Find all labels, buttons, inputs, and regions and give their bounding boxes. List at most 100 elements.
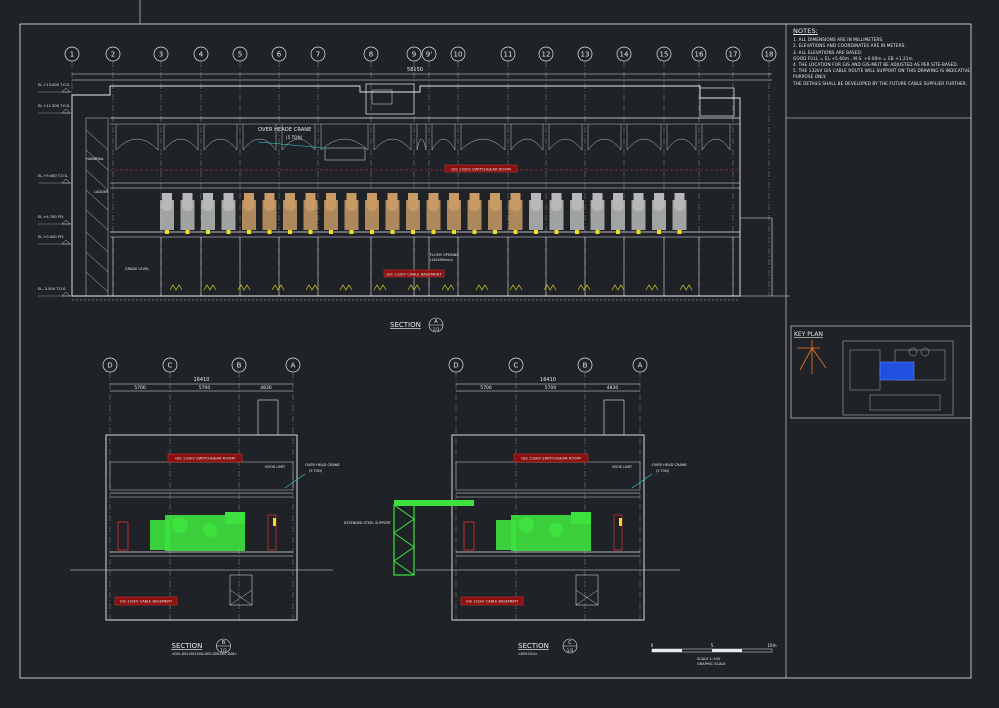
room-label: GIS 132kV SWITCHGEAR ROOM — [175, 456, 235, 461]
note-line: THE DETAILS SHALL BE DEVELOPED BY THE FU… — [793, 80, 968, 86]
gis-bay — [549, 193, 564, 234]
crane-capacity: (5 TON) — [656, 469, 670, 473]
grid-bubble-label: 1 — [70, 51, 74, 59]
grid-bubble-label: D — [107, 362, 112, 370]
gis-bay — [447, 193, 461, 234]
graphic-scale: 0 5 10m SCALE 1:100 GRAPHIC SCALE — [651, 643, 777, 666]
grid-bubble-label: 2 — [111, 51, 115, 59]
level-marker: EL.+4.700 FFL — [38, 215, 64, 219]
grid-bubble-label: 3 — [159, 51, 163, 59]
section-subtitle: <D01-D02-D03-D04-D05-D06-D07-D08> — [172, 652, 238, 656]
level-marker: EL.+13.000 T.O.S. — [38, 83, 70, 87]
gis-bay — [652, 193, 666, 234]
grid-bubble-label: 9 — [412, 51, 416, 59]
level-marker: EL.-3.500 T.O.S. — [38, 287, 66, 291]
section-mark: C — [568, 640, 572, 646]
gis-bay — [201, 193, 215, 234]
room-label: GIS 132kV SWITCHGEAR ROOM — [521, 456, 581, 461]
grid-bubble-label: C — [514, 362, 519, 370]
basement-label: GIS 132kV CABLE BASEMENT — [120, 600, 173, 604]
gis-bay — [242, 193, 256, 234]
grid-bubble-label: C — [168, 362, 173, 370]
section-a-grade-label: GRADE LEVEL — [125, 267, 149, 271]
key-plan: KEY PLAN — [790, 325, 972, 419]
grid-bubble-label: 4 — [199, 51, 204, 59]
gis-bay — [672, 193, 687, 234]
gis-bay — [283, 193, 297, 234]
section-a-room-label: GIS 132kV SWITCHGEAR ROOM — [451, 167, 511, 172]
scale-label: SCALE 1:100 — [697, 657, 721, 661]
section-a-handrail-label: HANDRAIL — [86, 157, 104, 161]
gis-bay — [529, 193, 543, 234]
crane-label: OVER HEAD CRANE — [652, 463, 687, 467]
section-a-roof-bays — [115, 124, 731, 151]
crane-capacity: (5 TON) — [309, 469, 323, 473]
gis-bay — [385, 193, 400, 234]
scale-tick-0: 0 — [651, 643, 654, 648]
gis-bay — [406, 193, 420, 234]
scale-tick-1: 5 — [711, 643, 714, 648]
section-a-floor-opening-size: (150x500mm) — [430, 258, 453, 262]
level-marker: EL.+0.000 FFL — [38, 235, 64, 239]
gis-bay — [303, 193, 318, 234]
grid-bubble-label: D — [453, 362, 458, 370]
gis-bay — [570, 193, 584, 234]
grid-bubble-label: 9' — [426, 51, 432, 59]
section-a-grid-bubbles: 1 2 3 4 5 6 7 8 9 9' 10 11 12 13 14 15 16 17 18 — [64, 46, 777, 296]
gis-bay — [467, 193, 482, 234]
grid-bubble-label: 17 — [729, 51, 738, 59]
scale-sub: GRAPHIC SCALE — [697, 662, 726, 666]
scale-tick-2: 10m — [768, 643, 777, 648]
grid-bubble-label: 14 — [620, 51, 629, 59]
section-title: SECTION — [518, 642, 549, 650]
gis-bay — [180, 193, 195, 234]
key-plan-title: KEY PLAN — [794, 331, 823, 338]
gis-bay — [590, 193, 605, 234]
section-a-crane-capacity: (5 TON) — [286, 135, 303, 140]
grid-bubble-label: B — [583, 362, 588, 370]
gis-bay — [262, 193, 277, 234]
cad-drawing: KEY PLAN 1 2 3 4 5 6 7 8 9 9' 10 11 12 13 14 15 16 17 18 5… — [19, 0, 972, 679]
section-a-overall-dim: 58150 — [407, 67, 423, 73]
gis-bay — [508, 193, 523, 234]
grid-bubble-label: 6 — [277, 51, 282, 59]
bay-dim: 5700 — [480, 385, 492, 391]
gis-bay — [611, 193, 625, 234]
notes-heading: NOTES: — [793, 27, 818, 35]
section-title: SECTION — [172, 642, 203, 650]
crane-label: OVER HEAD CRANE — [305, 463, 340, 467]
section-b: D C B A 16410 5700 5700 4830 GIS 132kV SWITCHGEA… — [70, 357, 340, 656]
section-c: D C B A 16410 5700 5700 4830 GIS 132kV SWITCHGEA… — [344, 357, 687, 656]
gis-equipment — [463, 512, 623, 551]
section-a-ladder-label: LADDER — [94, 190, 109, 194]
section-a-basement-label: GIS 132kV CABLE BASEMENT — [386, 272, 442, 277]
grid-bubble-label: 5 — [238, 51, 242, 59]
grid-bubble-label: 16 — [695, 51, 704, 59]
section-a-floor-opening: FLOOR OPENING — [430, 253, 459, 257]
grid-bubble-label: 11 — [504, 51, 513, 59]
grid-bubble-label: A — [638, 362, 643, 370]
grid-bubble-label: 8 — [369, 51, 373, 59]
overall-dim: 16410 — [540, 377, 556, 383]
gis-bay — [344, 193, 359, 234]
section-a: 1 2 3 4 5 6 7 8 9 9' 10 11 12 13 14 15 16 17 18 58150 GIS … — [38, 46, 790, 333]
support-label: EXTENDED STEEL SUPPORT — [344, 521, 392, 525]
section-mark: B — [222, 640, 226, 646]
gis-bay — [365, 193, 379, 234]
bay-dim: 4830 — [260, 385, 272, 391]
grid-bubble-label: B — [237, 362, 242, 370]
bay-dim: 5700 — [545, 385, 557, 391]
bay-dim: 4830 — [607, 385, 619, 391]
section-subtitle: <D09-D10> — [518, 652, 538, 656]
section-sheet: 1/3 — [567, 648, 574, 653]
key-plan-highlight — [879, 361, 915, 381]
section-a-title: SECTION — [390, 321, 421, 329]
grid-bubble-label: A — [291, 362, 296, 370]
section-a-sheet: 1/3 — [433, 327, 440, 332]
grid-bubble-label: 7 — [316, 51, 320, 59]
section-a-levels: EL.+13.000 T.O.S. EL.+11.300 T.O.S. EL.+9.… — [38, 83, 72, 297]
bay-dim: 5700 — [199, 385, 211, 391]
section-a-mark: A — [434, 319, 438, 325]
gis-equipment — [117, 512, 277, 551]
hook-label: HOOK LIMIT — [265, 465, 286, 469]
